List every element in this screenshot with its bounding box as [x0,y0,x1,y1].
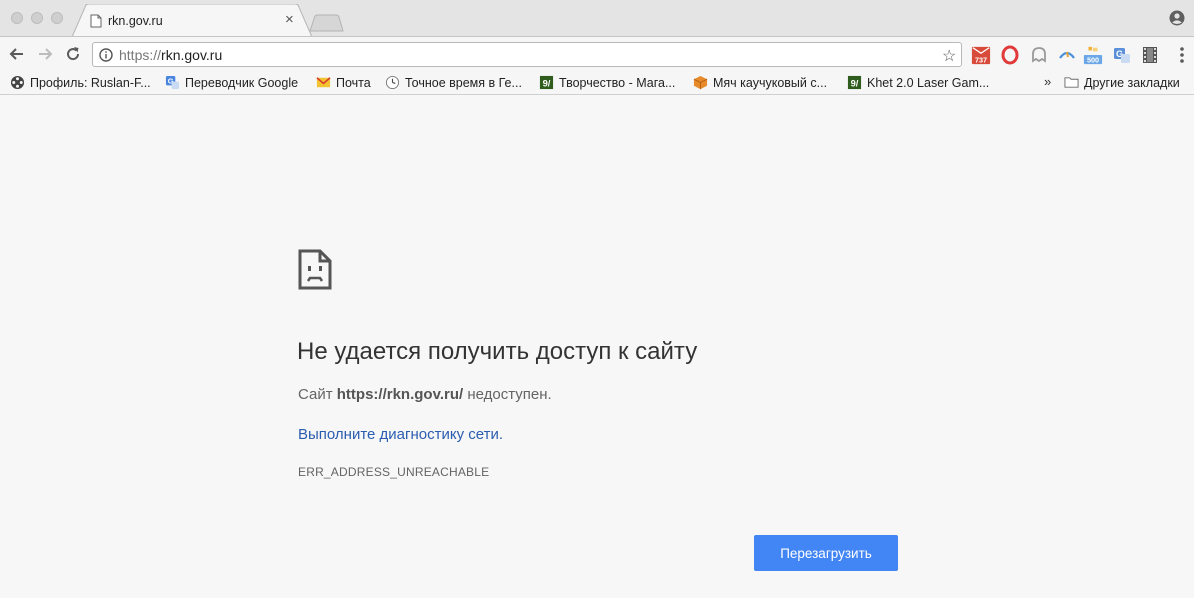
weather-icon[interactable] [1057,45,1077,65]
page-icon [90,14,102,28]
tab-active[interactable]: rkn.gov.ru × [72,4,312,37]
info-icon[interactable] [99,48,113,62]
bookmark-label: Профиль: Ruslan-F... [30,75,151,90]
bookmark-ball[interactable]: Мяч каучуковый с... [693,74,827,91]
url-host: rkn.gov.ru [161,47,223,63]
bookmark-khet[interactable]: 9/ Khet 2.0 Laser Gam... [847,74,989,91]
box-icon [693,75,708,90]
bookmark-star-icon[interactable]: ☆ [942,46,956,66]
translate-icon[interactable]: G [1112,45,1132,65]
counter-badge: 500 [1087,55,1099,64]
bookmark-label: Другие закладки [1084,75,1180,90]
tab-close-icon[interactable]: × [285,12,294,27]
reload-button[interactable]: Перезагрузить [754,535,898,571]
sad-page-icon [298,249,332,290]
bookmark-creativity[interactable]: 9/ Творчество - Мага... [539,74,675,91]
bookmark-label: Творчество - Мага... [559,75,676,90]
mail-counter-icon[interactable]: 737 [971,45,991,65]
forward-arrow-icon[interactable] [36,45,54,63]
reload-icon[interactable] [64,45,82,63]
window-close-button[interactable] [11,12,23,24]
back-arrow-icon[interactable] [8,45,26,63]
address-bar[interactable]: https://rkn.gov.ru ☆ [92,42,962,67]
counter-icon[interactable]: 500 [1083,45,1103,65]
svg-text:9/: 9/ [543,78,551,88]
error-title: Не удается получить доступ к сайту [297,338,698,365]
bookmark-label: Точное время в Ге... [405,75,522,90]
bookmark-label: Khet 2.0 Laser Gam... [867,75,990,90]
browser-toolbar: https://rkn.gov.ru ☆ 737 500 G [0,36,1194,70]
bookmark-time[interactable]: Точное время в Ге... [385,74,522,91]
error-code: ERR_ADDRESS_UNREACHABLE [298,465,490,479]
film-icon[interactable] [1140,45,1160,65]
new-tab-button[interactable] [308,14,344,32]
clock-icon [385,75,400,90]
bookmark-label: Почта [336,75,371,90]
bookmark-google-translate[interactable]: G Переводчик Google [165,74,298,91]
envelope-icon [316,77,331,88]
url-text: https://rkn.gov.ru [119,47,222,63]
tab-strip: rkn.gov.ru × [0,0,1194,37]
window-zoom-button[interactable] [51,12,63,24]
error-desc-suffix: недоступен. [463,386,552,403]
opera-icon[interactable] [1000,45,1020,65]
window-minimize-button[interactable] [31,12,43,24]
error-desc-prefix: Сайт [298,386,337,403]
shop-logo-icon: 9/ [847,75,862,90]
folder-icon [1064,77,1079,88]
bookmark-other-folder[interactable]: Другие закладки [1064,74,1180,91]
bookmarks-bar: Профиль: Ruslan-F... G Переводчик Google… [0,70,1194,95]
shop-logo-icon: 9/ [539,75,554,90]
bookmarks-overflow-chevron[interactable]: » [1044,74,1051,89]
bookmark-label: Переводчик Google [185,75,299,90]
bookmark-mail[interactable]: Почта [316,74,371,91]
bookmark-profile[interactable]: Профиль: Ruslan-F... [10,74,151,91]
user-profile-icon[interactable] [1169,10,1185,26]
translate-icon: G [165,75,180,90]
film-reel-icon [10,75,25,90]
bookmark-label: Мяч каучуковый с... [713,75,828,90]
tab-title: rkn.gov.ru [108,14,163,28]
svg-text:9/: 9/ [851,78,859,88]
network-diagnostics-link[interactable]: Выполните диагностику сети. [298,426,503,443]
mail-badge: 737 [975,56,987,65]
error-description: Сайт https://rkn.gov.ru/ недоступен. [298,386,552,403]
menu-icon[interactable] [1172,45,1192,65]
error-site-url: https://rkn.gov.ru/ [336,386,464,403]
ghostery-icon[interactable] [1029,45,1049,65]
url-scheme: https:// [119,47,162,63]
